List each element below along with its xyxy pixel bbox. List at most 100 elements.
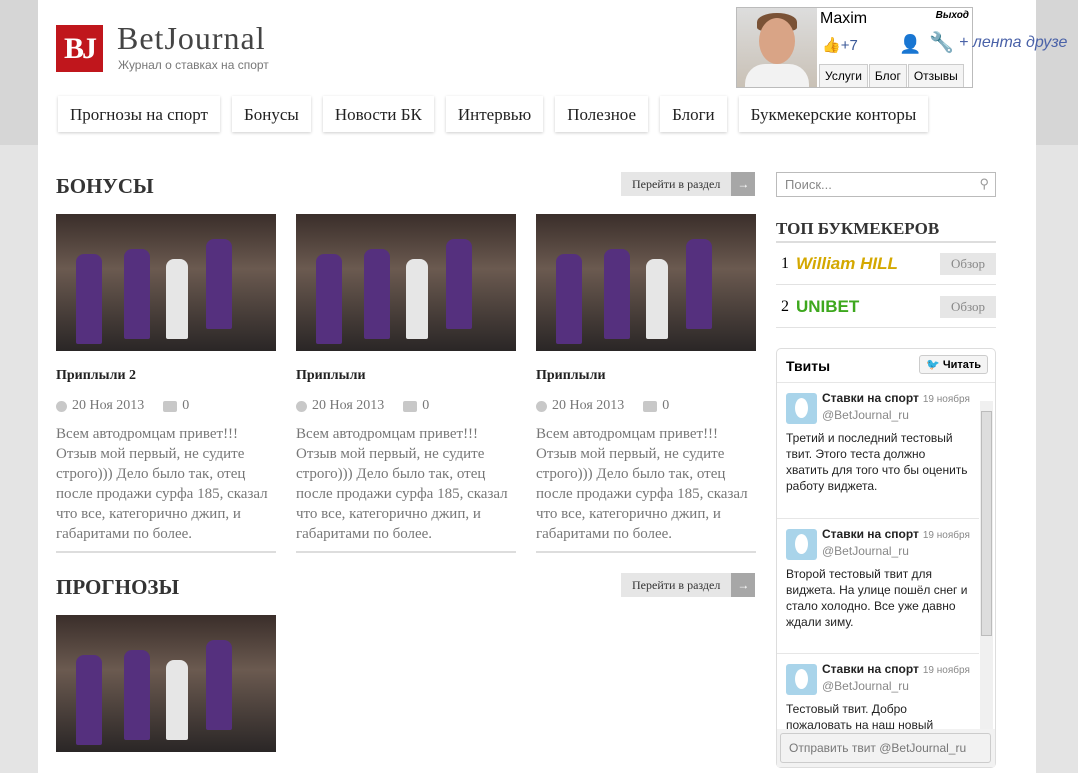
scrollbar-thumb[interactable]: [981, 411, 992, 636]
tweet[interactable]: Ставки на спорт 19 ноября @BetJournal_ru Те…: [777, 654, 979, 731]
article-image[interactable]: [56, 214, 276, 351]
nav-forecasts[interactable]: Прогнозы на спорт: [58, 96, 220, 132]
review-button[interactable]: Обзор: [939, 295, 996, 318]
article-excerpt: Всем автодромцам привет!!! Отзыв мой пер…: [296, 426, 508, 542]
divider: [56, 551, 276, 553]
top-bookmakers-title: ТОП БУКМЕКЕРОВ: [776, 219, 996, 243]
tweet-input[interactable]: Отправить твит @BetJournal_ru: [780, 733, 991, 763]
divider: [296, 551, 516, 553]
goto-section-button[interactable]: Перейти в раздел →: [621, 573, 756, 597]
brand-name[interactable]: BetJournal: [117, 20, 266, 57]
search-placeholder: Поиск...: [785, 177, 832, 192]
clock-icon: [536, 400, 547, 412]
rank: 1: [781, 254, 789, 272]
tweet[interactable]: Ставки на спорт 19 ноября @BetJournal_ru Вт…: [777, 519, 979, 654]
comment-count: 0: [662, 398, 670, 413]
tagline: Журнал о ставках на спорт: [118, 58, 269, 72]
comment-count: 0: [422, 398, 430, 413]
article-card[interactable]: Приплыли 20 Ноя 2013 0 Всем автодромцам п…: [296, 214, 516, 553]
user-panel: Maxim Выход 👍+7 👤 🔧 Услуги Блог Отзывы: [736, 7, 973, 88]
tab-reviews[interactable]: Отзывы: [907, 64, 964, 87]
likes[interactable]: 👍+7: [822, 36, 858, 54]
search-icon[interactable]: ⚲: [979, 176, 989, 192]
goto-label: Перейти в раздел: [621, 573, 732, 597]
logout-link[interactable]: Выход: [936, 10, 969, 21]
profile-icon[interactable]: 👤: [899, 34, 921, 55]
friends-feed-link[interactable]: + лента друзе: [959, 34, 1067, 52]
divider: [536, 551, 756, 553]
tab-services[interactable]: Услуги: [819, 64, 868, 87]
widget-title: Твиты: [786, 358, 831, 374]
article-image[interactable]: [56, 615, 276, 752]
thumbs-up-icon: 👍: [822, 37, 841, 54]
tweet-text: Тестовый твит. Добро пожаловать на наш н…: [786, 702, 934, 731]
main-nav: Прогнозы на спорт Бонусы Новости БК Инте…: [58, 96, 929, 132]
scrollbar[interactable]: [980, 401, 993, 731]
egg-avatar-icon: [786, 393, 817, 424]
goto-label: Перейти в раздел: [621, 172, 732, 196]
tweet-date[interactable]: 19 ноября: [923, 530, 970, 541]
egg-avatar-icon: [786, 529, 817, 560]
follow-button[interactable]: 🐦 Читать: [919, 355, 988, 374]
tweet-date[interactable]: 19 ноября: [923, 665, 970, 676]
bookmaker-row: 2 UNIBET Обзор: [776, 286, 996, 328]
tweet-text: Третий и последний тестовый твит. Этого …: [786, 431, 968, 493]
user-name[interactable]: Maxim: [820, 10, 867, 28]
tweet-handle[interactable]: @BetJournal_ru: [822, 679, 970, 693]
nav-bookmakers[interactable]: Букмекерские конторы: [738, 96, 929, 132]
nav-useful[interactable]: Полезное: [555, 96, 649, 132]
clock-icon: [56, 400, 67, 412]
nav-blogs[interactable]: Блоги: [660, 96, 727, 132]
bookmaker-row: 1 William HILL Обзор: [776, 243, 996, 285]
article-card[interactable]: Приплыли 2 20 Ноя 2013 0 Всем автодромцам…: [56, 214, 276, 553]
arrow-right-icon: →: [731, 172, 756, 196]
section-title: БОНУСЫ: [56, 174, 154, 198]
section-title: ПРОГНОЗЫ: [56, 575, 180, 599]
tweet-handle[interactable]: @BetJournal_ru: [822, 544, 970, 558]
tweet-handle[interactable]: @BetJournal_ru: [822, 408, 970, 422]
nav-interviews[interactable]: Интервью: [445, 96, 544, 132]
review-button[interactable]: Обзор: [939, 252, 996, 275]
search-input[interactable]: Поиск... ⚲: [776, 172, 996, 197]
nav-news[interactable]: Новости БК: [322, 96, 434, 132]
logo[interactable]: BJ: [56, 25, 103, 72]
article-excerpt: Всем автодромцам привет!!! Отзыв мой пер…: [536, 426, 748, 542]
nav-bonuses[interactable]: Бонусы: [231, 96, 311, 132]
article-date: 20 Ноя 2013: [552, 398, 625, 413]
article-image[interactable]: [536, 214, 756, 351]
twitter-widget: Твиты 🐦 Читать Ставки на спорт 19 ноября @B…: [776, 348, 996, 768]
egg-avatar-icon: [786, 664, 817, 695]
twitter-bird-icon: 🐦: [926, 359, 940, 371]
bookmaker-logo[interactable]: William HILL: [796, 254, 936, 274]
article-title[interactable]: Приплыли: [536, 368, 756, 384]
article-image[interactable]: [296, 214, 516, 351]
article-excerpt: Всем автодромцам привет!!! Отзыв мой пер…: [56, 426, 268, 542]
article-date: 20 Ноя 2013: [312, 398, 385, 413]
tweet-author[interactable]: Ставки на спорт: [822, 527, 919, 541]
tab-blog[interactable]: Блог: [868, 64, 907, 87]
arrow-right-icon: →: [731, 573, 756, 597]
clock-icon: [296, 400, 307, 412]
page: BJ BetJournal Журнал о ставках на спорт …: [38, 0, 1036, 773]
bookmaker-logo[interactable]: UNIBET: [796, 297, 936, 317]
comment-icon: [163, 400, 178, 412]
likes-count: +7: [840, 37, 858, 54]
article-card[interactable]: [56, 615, 276, 752]
article-date: 20 Ноя 2013: [72, 398, 145, 413]
tweet-author[interactable]: Ставки на спорт: [822, 391, 919, 405]
tweet-text: Второй тестовый твит для виджета. На ули…: [786, 567, 968, 629]
avatar[interactable]: [737, 8, 817, 87]
tweet[interactable]: Ставки на спорт 19 ноября @BetJournal_ru Тр…: [777, 383, 979, 519]
comment-count: 0: [182, 398, 190, 413]
article-title[interactable]: Приплыли: [296, 368, 516, 384]
article-card[interactable]: Приплыли 20 Ноя 2013 0 Всем автодромцам п…: [536, 214, 756, 553]
wrench-icon[interactable]: 🔧: [929, 30, 954, 55]
follow-label: Читать: [942, 359, 981, 371]
article-title[interactable]: Приплыли 2: [56, 368, 276, 384]
tweet-author[interactable]: Ставки на спорт: [822, 662, 919, 676]
tweet-date[interactable]: 19 ноября: [923, 394, 970, 405]
comment-icon: [643, 400, 658, 412]
comment-icon: [403, 400, 418, 412]
goto-section-button[interactable]: Перейти в раздел →: [621, 172, 756, 196]
rank: 2: [781, 297, 789, 315]
